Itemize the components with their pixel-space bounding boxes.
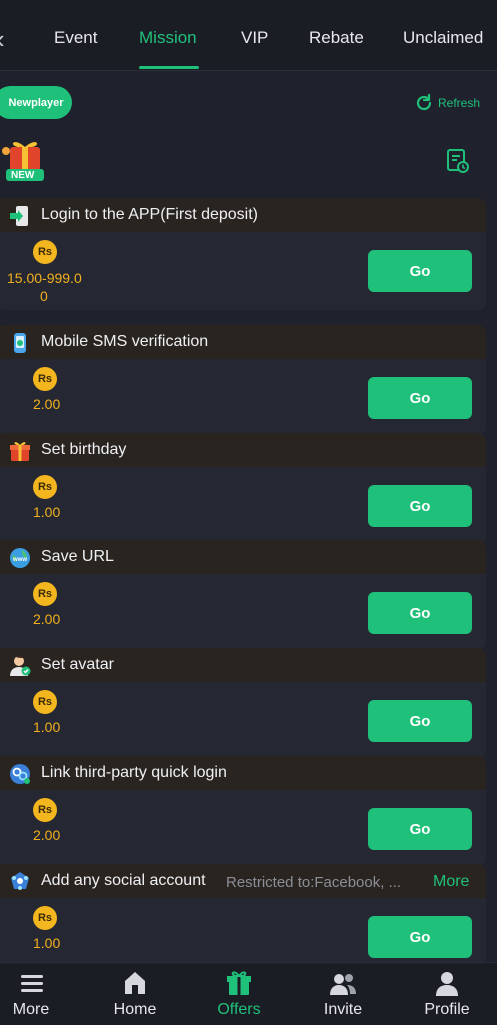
tab-unclaimed[interactable]: Unclaimed bbox=[403, 28, 483, 48]
nav-label: Offers bbox=[217, 1001, 261, 1018]
tab-event[interactable]: Event bbox=[54, 28, 97, 48]
mission-reward: 2.00 bbox=[33, 611, 61, 627]
nav-home[interactable]: Home bbox=[95, 963, 175, 1025]
mission-title: Login to the APP(First deposit) bbox=[41, 206, 258, 223]
new-gift-badge: NEW bbox=[0, 137, 52, 185]
nav-label: Invite bbox=[323, 1001, 363, 1018]
tab-vip[interactable]: VIP bbox=[241, 28, 268, 48]
home-icon bbox=[125, 972, 145, 994]
svg-text:www: www bbox=[12, 557, 27, 563]
mission-reward-cont: 0 bbox=[40, 288, 48, 304]
nav-invite[interactable]: Invite bbox=[303, 963, 383, 1025]
gift-icon bbox=[227, 971, 251, 995]
mission-reward: 1.00 bbox=[33, 935, 61, 951]
mission-reward: 15.00-999.0 bbox=[7, 270, 82, 286]
back-chevron-icon[interactable]: ‹ bbox=[0, 24, 5, 55]
mission-title: Link third-party quick login bbox=[41, 764, 227, 781]
more-link[interactable]: More bbox=[433, 873, 469, 891]
go-button[interactable]: Go bbox=[368, 916, 472, 958]
nav-offers[interactable]: Offers bbox=[199, 963, 279, 1025]
people-icon bbox=[330, 974, 356, 995]
mission-card-save-url: www Save URL Rs 2.00 Go bbox=[0, 540, 486, 650]
mission-card-social-account: Add any social account Restricted to:Fac… bbox=[0, 864, 486, 974]
avatar-icon bbox=[10, 655, 31, 676]
refresh-icon bbox=[416, 93, 432, 111]
mission-reward: 1.00 bbox=[33, 504, 61, 520]
nav-label: More bbox=[12, 1001, 50, 1018]
rupee-coin-icon: Rs bbox=[33, 906, 57, 930]
mission-title: Mobile SMS verification bbox=[41, 333, 209, 350]
mission-restriction: Restricted to:Facebook, ... bbox=[226, 874, 402, 891]
rupee-coin-icon: Rs bbox=[33, 582, 57, 606]
mission-card-sms: Mobile SMS verification Rs 2.00 Go bbox=[0, 325, 486, 435]
profile-icon bbox=[436, 972, 458, 996]
top-tab-bar: ‹ Event Mission VIP Rebate Unclaimed bbox=[0, 0, 497, 71]
mission-reward: 2.00 bbox=[33, 827, 61, 843]
go-button[interactable]: Go bbox=[368, 700, 472, 742]
mission-card-birthday: Set birthday Rs 1.00 Go bbox=[0, 433, 486, 543]
mission-card-login: Login to the APP(First deposit) Rs 15.00… bbox=[0, 198, 486, 310]
go-button[interactable]: Go bbox=[368, 377, 472, 419]
rupee-coin-icon: Rs bbox=[33, 690, 57, 714]
refresh-label: Refresh bbox=[438, 96, 481, 110]
history-record-icon[interactable] bbox=[446, 148, 470, 174]
phone-login-icon bbox=[10, 206, 28, 226]
refresh-button[interactable]: Refresh bbox=[414, 93, 480, 113]
go-button[interactable]: Go bbox=[368, 250, 472, 292]
rupee-coin-icon: Rs bbox=[33, 475, 57, 499]
nav-more[interactable]: More bbox=[0, 963, 71, 1025]
newplayer-filter-pill[interactable]: Newplayer bbox=[0, 86, 72, 119]
menu-icon bbox=[21, 975, 43, 992]
bottom-nav: More Home Offers Invite Profile bbox=[0, 962, 497, 1025]
new-badge-text: NEW bbox=[11, 170, 35, 181]
mission-title: Set avatar bbox=[41, 656, 114, 673]
tab-mission[interactable]: Mission bbox=[139, 28, 197, 48]
mission-title: Save URL bbox=[41, 548, 114, 565]
mission-reward: 1.00 bbox=[33, 719, 61, 735]
sms-phone-icon bbox=[14, 333, 26, 353]
link-icon bbox=[10, 764, 30, 784]
mission-title: Set birthday bbox=[41, 441, 127, 458]
rupee-coin-icon: Rs bbox=[33, 798, 57, 822]
active-tab-indicator bbox=[139, 66, 199, 69]
nav-label: Home bbox=[113, 1001, 157, 1018]
mission-card-avatar: Set avatar Rs 1.00 Go bbox=[0, 648, 486, 758]
mission-reward: 2.00 bbox=[33, 396, 61, 412]
go-button[interactable]: Go bbox=[368, 485, 472, 527]
rupee-coin-icon: Rs bbox=[33, 240, 57, 264]
rupee-coin-icon: Rs bbox=[33, 367, 57, 391]
go-button[interactable]: Go bbox=[368, 808, 472, 850]
globe-www-icon: www bbox=[10, 548, 30, 568]
gift-icon bbox=[10, 442, 30, 461]
social-icon bbox=[11, 872, 29, 890]
go-button[interactable]: Go bbox=[368, 592, 472, 634]
tab-rebate[interactable]: Rebate bbox=[309, 28, 364, 48]
mission-card-third-party-login: Link third-party quick login Rs 2.00 Go bbox=[0, 756, 486, 866]
nav-label: Profile bbox=[424, 1001, 470, 1018]
nav-profile[interactable]: Profile bbox=[407, 963, 487, 1025]
mission-title: Add any social account bbox=[41, 872, 206, 889]
